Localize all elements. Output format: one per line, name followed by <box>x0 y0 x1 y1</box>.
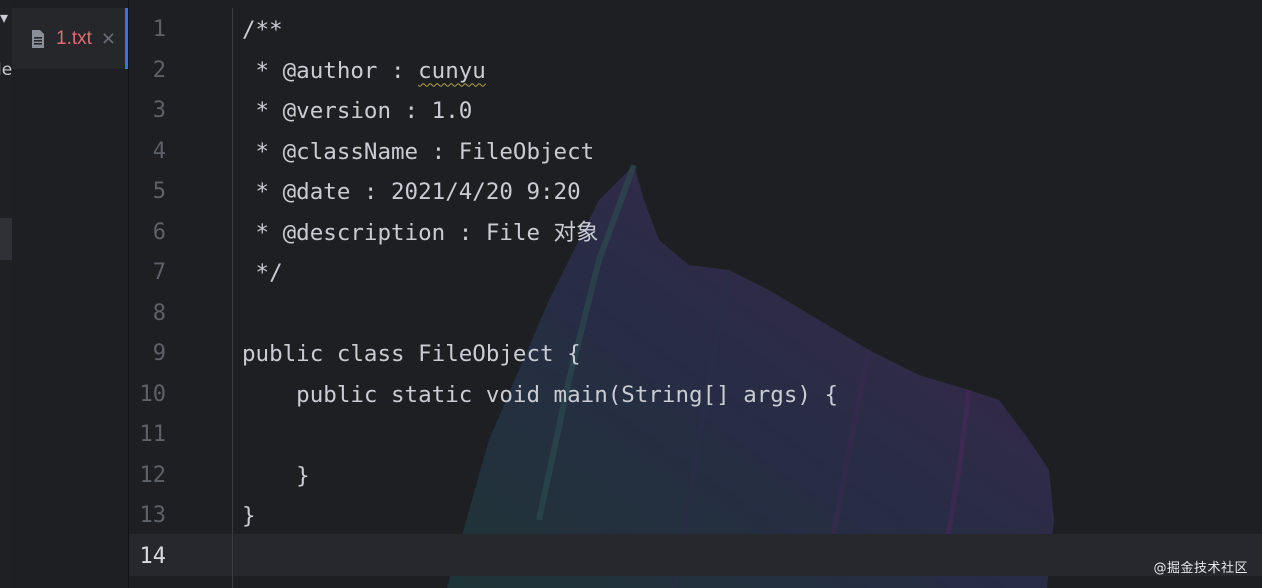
code-text: * @version : 1.0 <box>242 98 473 124</box>
code-line[interactable]: /** <box>242 10 283 50</box>
current-line-highlight <box>129 534 1262 576</box>
spelling-warning-text[interactable]: cunyu <box>418 58 486 84</box>
code-line[interactable]: * @version : 1.0 <box>242 91 473 131</box>
code-line[interactable]: public static void main(String[] args) { <box>242 375 838 415</box>
code-text: /** <box>242 17 283 43</box>
code-text: * @date : 2021/4/20 9:20 <box>242 179 581 205</box>
line-number: 1 <box>152 17 166 42</box>
tab-1-txt[interactable]: 1.txt × <box>12 8 128 69</box>
line-number: 8 <box>152 300 166 326</box>
code-text: * @className : FileObject <box>242 138 595 165</box>
expand-arrow-icon[interactable]: ▾ <box>0 8 8 27</box>
code-text: public class FileObject { <box>242 341 581 367</box>
line-number: 3 <box>152 98 166 123</box>
line-number: 7 <box>152 260 166 285</box>
code-text: } <box>242 462 310 489</box>
project-panel-text: le <box>0 60 13 80</box>
close-tab-icon[interactable]: × <box>101 28 116 49</box>
line-number: 2 <box>152 57 166 83</box>
code-line[interactable]: public class FileObject { <box>242 334 581 374</box>
line-number: 9 <box>152 341 166 366</box>
line-number: 5 <box>152 179 166 204</box>
line-number: 6 <box>152 219 166 245</box>
line-number: 10 <box>139 381 167 407</box>
tab-label: 1.txt <box>56 27 92 49</box>
project-selected-row[interactable] <box>0 218 12 260</box>
code-editor[interactable]: 1 /** 2 * @author : cunyu 3 * @version : 1.… <box>129 0 1262 588</box>
code-text: } <box>242 503 256 529</box>
line-number: 11 <box>139 422 167 447</box>
text-file-icon <box>32 29 44 48</box>
code-line[interactable]: * @className : FileObject <box>242 132 595 172</box>
line-number: 14 <box>139 543 167 569</box>
watermark: @掘金技术社区 <box>1153 561 1248 576</box>
code-line[interactable]: } <box>242 496 256 536</box>
code-line[interactable]: */ <box>242 253 283 293</box>
line-number: 13 <box>139 503 167 528</box>
line-number: 12 <box>139 462 167 488</box>
code-text: */ <box>242 260 283 286</box>
gutter-separator <box>232 8 233 588</box>
code-line[interactable]: * @date : 2021/4/20 9:20 <box>242 172 581 212</box>
code-line[interactable]: * @author : cunyu <box>242 51 486 91</box>
code-line[interactable]: } <box>242 456 310 496</box>
code-text: public static void main(String[] args) { <box>242 381 839 408</box>
editor-tab-bar: 1.txt × <box>12 0 129 588</box>
code-text: * @author : <box>242 57 419 84</box>
code-text: * @description : File 对象 <box>242 219 599 246</box>
line-number: 4 <box>152 138 166 164</box>
code-line[interactable]: * @description : File 对象 <box>242 213 599 253</box>
